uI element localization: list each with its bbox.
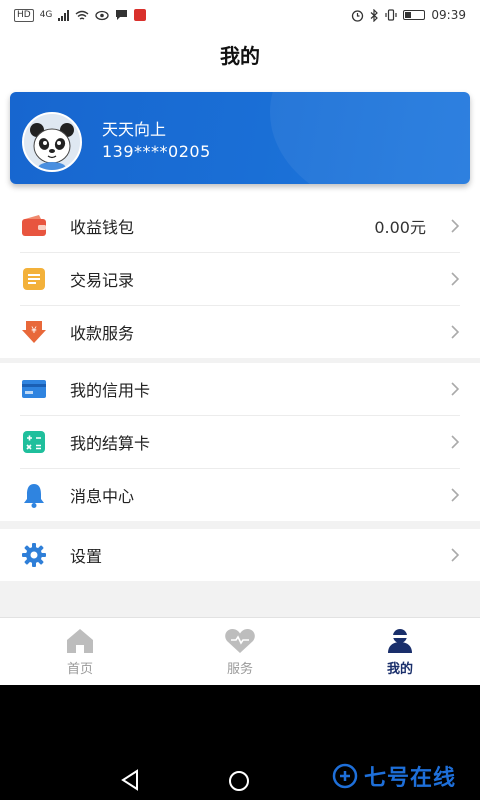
menu-group-wallet: 收益钱包 0.00元 交易记录 ¥ 收款服务 <box>0 200 480 358</box>
watermark: 七号在线 <box>332 760 456 792</box>
battery-icon <box>403 10 426 20</box>
bottom-tab-bar: 首页 服务 我的 <box>0 617 480 686</box>
menu-item-label: 我的结算卡 <box>70 434 151 453</box>
chevron-right-icon <box>451 219 460 233</box>
heart-icon <box>225 628 255 653</box>
alarm-icon <box>352 9 364 22</box>
page-title: 我的 <box>0 30 480 82</box>
chevron-right-icon <box>451 272 460 286</box>
wallet-balance: 0.00元 <box>374 218 426 237</box>
status-right: 09:39 <box>351 8 466 22</box>
record-icon <box>20 265 48 293</box>
gear-icon <box>20 541 48 569</box>
menu-item-wallet[interactable]: 收益钱包 0.00元 <box>20 200 460 253</box>
wallet-icon <box>20 212 48 240</box>
profile-phone: 139****0205 <box>102 142 211 161</box>
menu-item-label: 我的信用卡 <box>70 381 151 400</box>
wifi-icon <box>75 10 89 20</box>
menu-item-messages[interactable]: 消息中心 <box>20 469 460 521</box>
back-triangle-icon[interactable] <box>120 769 140 791</box>
svg-text:¥: ¥ <box>31 326 37 336</box>
menu-item-settings[interactable]: 设置 <box>20 529 460 581</box>
panda-avatar-icon <box>24 114 80 170</box>
payment-service-icon: ¥ <box>20 318 48 346</box>
chevron-right-icon <box>451 548 460 562</box>
credit-card-icon <box>20 375 48 403</box>
profile-area: 天天向上 139****0205 <box>0 82 480 200</box>
eye-icon <box>95 10 110 20</box>
tab-label: 首页 <box>66 661 93 677</box>
profile-name: 天天向上 <box>102 120 167 139</box>
signal-icon <box>58 9 70 21</box>
chevron-right-icon <box>451 325 460 339</box>
tab-home[interactable]: 首页 <box>0 618 160 686</box>
menu-item-credit-card[interactable]: 我的信用卡 <box>20 363 460 416</box>
menu-item-label: 收益钱包 <box>70 218 135 237</box>
network-type: 4G <box>39 10 53 20</box>
status-left: HD 4G <box>14 8 147 22</box>
menu-group-cards: 我的信用卡 我的结算卡 消息中心 <box>0 363 480 521</box>
tab-service[interactable]: 服务 <box>160 618 320 686</box>
tab-mine[interactable]: 我的 <box>320 618 480 686</box>
chevron-right-icon <box>451 435 460 449</box>
vibrate-icon <box>385 9 398 21</box>
chevron-right-icon <box>451 382 460 396</box>
calculator-icon <box>20 428 48 456</box>
watermark-logo-icon <box>332 763 358 789</box>
home-icon <box>67 628 93 653</box>
chevron-right-icon <box>451 488 460 502</box>
status-bar: HD 4G 09:39 <box>0 0 480 30</box>
chat-icon <box>116 10 128 20</box>
menu-item-payment-service[interactable]: ¥ 收款服务 <box>20 306 460 358</box>
user-icon <box>388 628 412 653</box>
menu-item-label: 消息中心 <box>70 487 135 506</box>
bluetooth-icon <box>371 8 379 22</box>
menu-item-transactions[interactable]: 交易记录 <box>20 253 460 306</box>
tab-label: 我的 <box>386 661 413 677</box>
home-circle-icon[interactable] <box>229 771 249 791</box>
bell-icon <box>20 481 48 509</box>
profile-card[interactable]: 天天向上 139****0205 <box>10 92 470 184</box>
menu-item-label: 交易记录 <box>70 271 135 290</box>
status-time: 09:39 <box>431 8 466 22</box>
menu-group-settings: 设置 <box>0 529 480 581</box>
hd-badge: HD <box>14 8 34 22</box>
menu-item-label: 收款服务 <box>70 324 135 343</box>
tab-label: 服务 <box>226 661 253 677</box>
menu-item-settlement-card[interactable]: 我的结算卡 <box>20 416 460 469</box>
watermark-text: 七号在线 <box>364 766 457 791</box>
app-notification-icon <box>134 9 147 21</box>
avatar[interactable] <box>22 112 82 172</box>
menu-item-label: 设置 <box>70 547 103 566</box>
